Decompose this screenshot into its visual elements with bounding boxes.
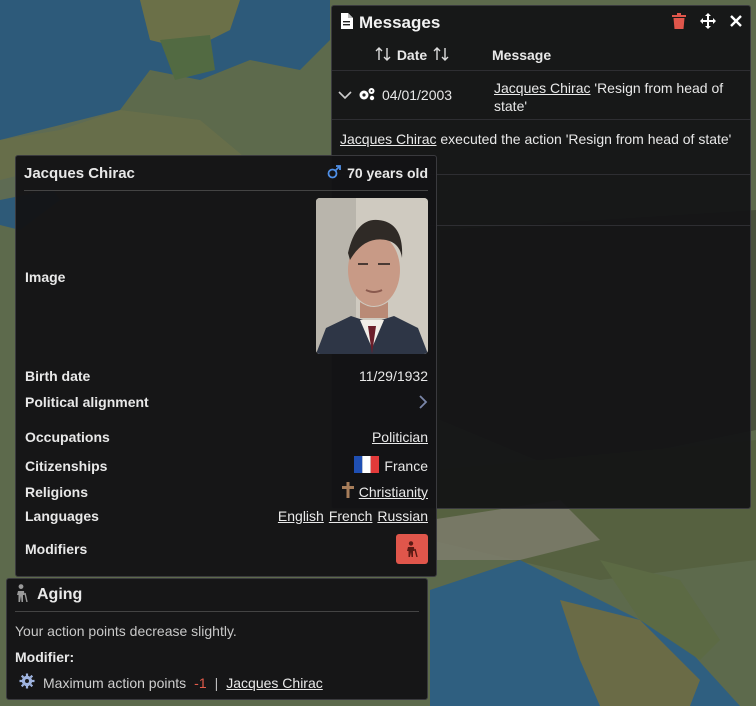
aging-description: Your action points decrease slightly. <box>15 623 237 639</box>
aging-modifier-button[interactable] <box>396 534 428 564</box>
gears-icon <box>358 86 376 105</box>
messages-columns: Date Message <box>332 40 750 71</box>
chevron-right-icon[interactable] <box>419 395 428 409</box>
cross-icon <box>341 482 354 501</box>
message-date: 04/01/2003 <box>382 87 453 103</box>
messages-title: Messages <box>359 13 441 32</box>
document-icon <box>340 12 353 34</box>
move-icon[interactable] <box>700 12 716 34</box>
citizenships-label: Citizenships <box>25 458 108 474</box>
sort-icon[interactable] <box>375 46 391 64</box>
date-column-header[interactable]: Date <box>397 47 427 63</box>
modifier-value: -1 <box>194 674 207 691</box>
modifiers-label: Modifiers <box>25 541 88 557</box>
character-name: Jacques Chirac <box>24 164 135 182</box>
image-label: Image <box>25 269 66 285</box>
aging-tooltip: Aging Your action points decrease slight… <box>6 578 428 700</box>
languages-label: Languages <box>25 508 99 524</box>
chevron-down-icon[interactable] <box>338 87 352 103</box>
france-flag-icon <box>354 456 380 476</box>
political-alignment-label: Political alignment <box>25 394 149 410</box>
birth-date-label: Birth date <box>25 368 91 384</box>
message-actor-link[interactable]: Jacques Chirac <box>494 80 591 96</box>
occupations-label: Occupations <box>25 429 110 445</box>
detail-text: executed the action 'Resign from head of… <box>440 131 732 147</box>
sort-icon[interactable] <box>433 46 449 64</box>
male-icon <box>327 164 341 182</box>
religion-link[interactable]: Christianity <box>359 484 428 500</box>
citizenship-value: France <box>384 458 428 474</box>
detail-actor-link[interactable]: Jacques Chirac <box>340 131 437 147</box>
modifier-source-link[interactable]: Jacques Chirac <box>226 675 323 691</box>
modifier-line: Maximum action points -1 | Jacques Chira… <box>19 673 417 692</box>
occupation-link[interactable]: Politician <box>372 429 428 445</box>
language-link[interactable]: English <box>278 508 324 524</box>
language-link[interactable]: French <box>329 508 373 524</box>
message-column-header[interactable]: Message <box>492 47 551 63</box>
aging-title: Aging <box>37 586 83 603</box>
messages-header[interactable]: Messages <box>332 6 750 40</box>
trash-icon[interactable] <box>672 12 686 34</box>
close-icon[interactable] <box>730 14 742 32</box>
character-age: 70 years old <box>347 165 428 181</box>
character-portrait <box>316 198 428 354</box>
message-row[interactable]: 04/01/2003 Jacques Chirac 'Resign from h… <box>332 71 750 120</box>
modifier-label: Modifier: <box>15 649 75 665</box>
modifier-effect: Maximum action points <box>43 674 187 691</box>
religions-label: Religions <box>25 483 89 500</box>
elderly-icon <box>407 541 418 557</box>
birth-date-value: 11/29/1932 <box>358 368 428 384</box>
modifier-separator: | <box>214 674 219 691</box>
elderly-icon <box>15 583 29 607</box>
language-link[interactable]: Russian <box>377 508 428 524</box>
character-tooltip: Jacques Chirac 70 years old Image Birth … <box>15 155 437 577</box>
gear-icon <box>19 673 35 692</box>
